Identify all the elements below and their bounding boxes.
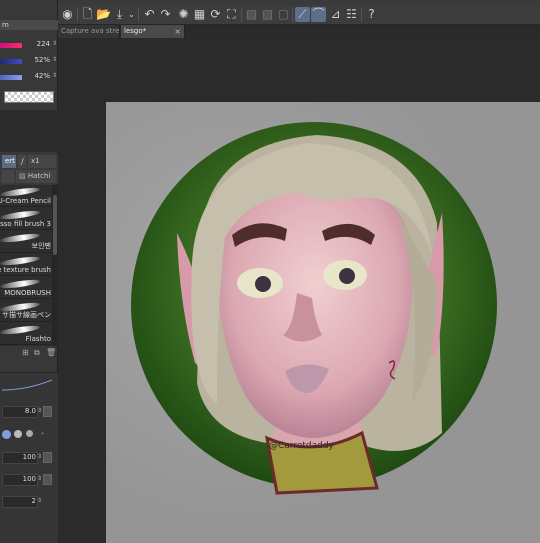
open-folder-icon[interactable]: 📂 <box>96 7 111 22</box>
stabilization-value: 2 <box>31 497 36 505</box>
clear-icon[interactable]: ✺ <box>176 7 191 22</box>
transform-icon[interactable]: ⟳ <box>208 7 223 22</box>
tab-brush-group-left[interactable] <box>2 170 14 183</box>
brush-item[interactable]: 보인펜 <box>0 231 52 253</box>
artwork-illustration[interactable]: @Carrotdaddy <box>107 103 540 543</box>
brush-name: サ描サ線画ペン <box>2 311 51 319</box>
stabilization-spin-icon[interactable]: ⇕ <box>37 497 42 504</box>
clip-studio-window: m 224 ⇕ 52% ⇕ 42% ⇕ ert ∕ x1 ▨ Hatchi U-… <box>0 0 540 543</box>
saturation-value: 52% <box>34 56 50 64</box>
artist-signature: @Carrotdaddy <box>269 441 335 451</box>
density-value: 100 <box>22 475 36 483</box>
size-preset-dot[interactable] <box>2 430 11 439</box>
add-brush-icon[interactable]: ⊞ <box>22 348 29 357</box>
hue-value: 224 <box>36 40 50 48</box>
brush-item[interactable]: MONOBRUSH <box>0 277 52 299</box>
density-options-button[interactable] <box>43 474 52 485</box>
app-logo-icon[interactable]: ◉ <box>60 7 75 22</box>
trash-icon[interactable]: 🗑 <box>46 348 56 357</box>
brush-item[interactable]: サ描サ線画ペン <box>0 300 52 322</box>
snap-to-curve-icon[interactable]: ⌒ <box>311 7 326 22</box>
saturation-slider[interactable]: 52% ⇕ <box>0 56 58 66</box>
hatching-label: Hatchi <box>27 172 51 180</box>
brush-name: Flashto <box>25 335 51 343</box>
brush-name: lasso fill brush 3 <box>0 220 51 228</box>
help-icon[interactable]: ? <box>364 7 379 22</box>
chevron-down-icon[interactable]: ⌄ <box>40 429 45 436</box>
brush-size-row[interactable]: 8.0 ⇕ <box>0 405 58 419</box>
brush-list: U-Cream Pencil lasso fill brush 3 보인펜 re… <box>0 185 52 346</box>
sub-view-area <box>0 110 58 152</box>
toolbar-divider <box>361 8 362 22</box>
hue-bar[interactable] <box>0 43 22 48</box>
tool-property-panel: 8.0 ⇕ ⌄ 100 ⇕ 100 ⇕ 2 ⇕ <box>0 372 58 543</box>
brush-name: re texture brush <box>0 266 51 274</box>
brightness-spin-icon[interactable]: ⇕ <box>52 72 57 79</box>
brush-name: U-Cream Pencil <box>0 197 51 205</box>
opacity-value: 100 <box>22 453 36 461</box>
brush-item[interactable]: U-Cream Pencil <box>0 185 52 207</box>
redo-icon[interactable]: ↷ <box>158 7 173 22</box>
panel-header: m <box>0 20 58 30</box>
command-bar: ◉ 🗋 📂 ⤓ ⌄ ↶ ↷ ✺ ▦ ⟳ ⛶ ▨ ▧ ▢ ⟋ ⌒ ⊿ ☷ ? <box>58 5 540 25</box>
tab-capture-ava[interactable]: Capture ava stre <box>58 25 120 38</box>
pen-icon[interactable]: ∕ <box>18 155 26 168</box>
opacity-spin-icon[interactable]: ⇕ <box>37 453 42 460</box>
toolbar-divider <box>138 8 139 22</box>
invert-selection-icon[interactable]: ▧ <box>260 7 275 22</box>
undo-icon[interactable]: ↶ <box>142 7 157 22</box>
ruler-icon[interactable]: ⊿ <box>328 7 343 22</box>
left-panel: m 224 ⇕ 52% ⇕ 42% ⇕ ert ∕ x1 ▨ Hatchi U-… <box>0 0 58 543</box>
brush-list-actions: ⊞ ⧉ 🗑 <box>0 348 58 358</box>
chevron-down-icon[interactable]: ⌄ <box>124 7 139 22</box>
toolbar-divider <box>77 8 78 22</box>
snap-to-ruler-icon[interactable]: ⟋ <box>295 7 310 22</box>
brush-item[interactable]: lasso fill brush 3 <box>0 208 52 230</box>
hue-spin-icon[interactable]: ⇕ <box>52 40 57 47</box>
density-row[interactable]: 100 ⇕ <box>0 473 58 487</box>
tab-lesgo[interactable]: lesgo* × <box>121 25 185 38</box>
transparent-color-swatch[interactable] <box>4 91 54 103</box>
opacity-options-button[interactable] <box>43 452 52 463</box>
brush-item[interactable]: Flashto <box>0 323 52 345</box>
brush-size-value: 8.0 <box>24 407 36 415</box>
size-preset-dot[interactable] <box>26 430 33 437</box>
tab-hatching[interactable]: ▨ Hatchi <box>16 170 56 183</box>
document-tabs: Capture ava stre lesgo* × <box>58 25 540 38</box>
brush-size-spin-icon[interactable]: ⇕ <box>37 407 42 414</box>
new-file-icon[interactable]: 🗋 <box>80 7 95 22</box>
opacity-row[interactable]: 100 ⇕ <box>0 451 58 465</box>
size-preset-dot[interactable] <box>14 430 22 438</box>
fill-icon[interactable]: ▦ <box>192 7 207 22</box>
toolbar-divider <box>292 8 293 22</box>
hue-slider[interactable]: 224 ⇕ <box>0 40 58 50</box>
brush-item[interactable]: re texture brush <box>0 254 52 276</box>
brush-group-tabs: ert ∕ x1 ▨ Hatchi <box>0 154 58 184</box>
brush-name: MONOBRUSH <box>4 289 51 297</box>
deselect-icon[interactable]: ▨ <box>244 7 259 22</box>
brightness-bar[interactable] <box>0 75 22 80</box>
stabilization-row[interactable]: 2 ⇕ <box>0 495 58 509</box>
copy-brush-icon[interactable]: ⧉ <box>34 348 40 358</box>
close-icon[interactable]: × <box>174 25 181 38</box>
brightness-slider[interactable]: 42% ⇕ <box>0 72 58 82</box>
pressure-curve-icon[interactable] <box>2 379 52 391</box>
crop-icon[interactable]: ⛶ <box>224 7 239 22</box>
saturation-spin-icon[interactable]: ⇕ <box>52 56 57 63</box>
density-spin-icon[interactable]: ⇕ <box>37 475 42 482</box>
saturation-bar[interactable] <box>0 59 22 64</box>
brush-name: 보인펜 <box>31 242 51 250</box>
brightness-value: 42% <box>34 72 50 80</box>
tab-brush-count[interactable]: x1 <box>28 155 56 168</box>
tab-brush-group-selected[interactable]: ert <box>2 155 16 168</box>
scrollbar-thumb[interactable] <box>53 195 57 255</box>
hatching-icon: ▨ <box>19 172 26 180</box>
toolbar-divider <box>241 8 242 22</box>
brush-size-options-button[interactable] <box>43 406 52 417</box>
grid-icon[interactable]: ☷ <box>344 7 359 22</box>
tab-lesgo-label: lesgo* <box>124 27 147 35</box>
brush-size-presets: ⌄ <box>0 425 58 439</box>
selection-border-icon[interactable]: ▢ <box>276 7 291 22</box>
